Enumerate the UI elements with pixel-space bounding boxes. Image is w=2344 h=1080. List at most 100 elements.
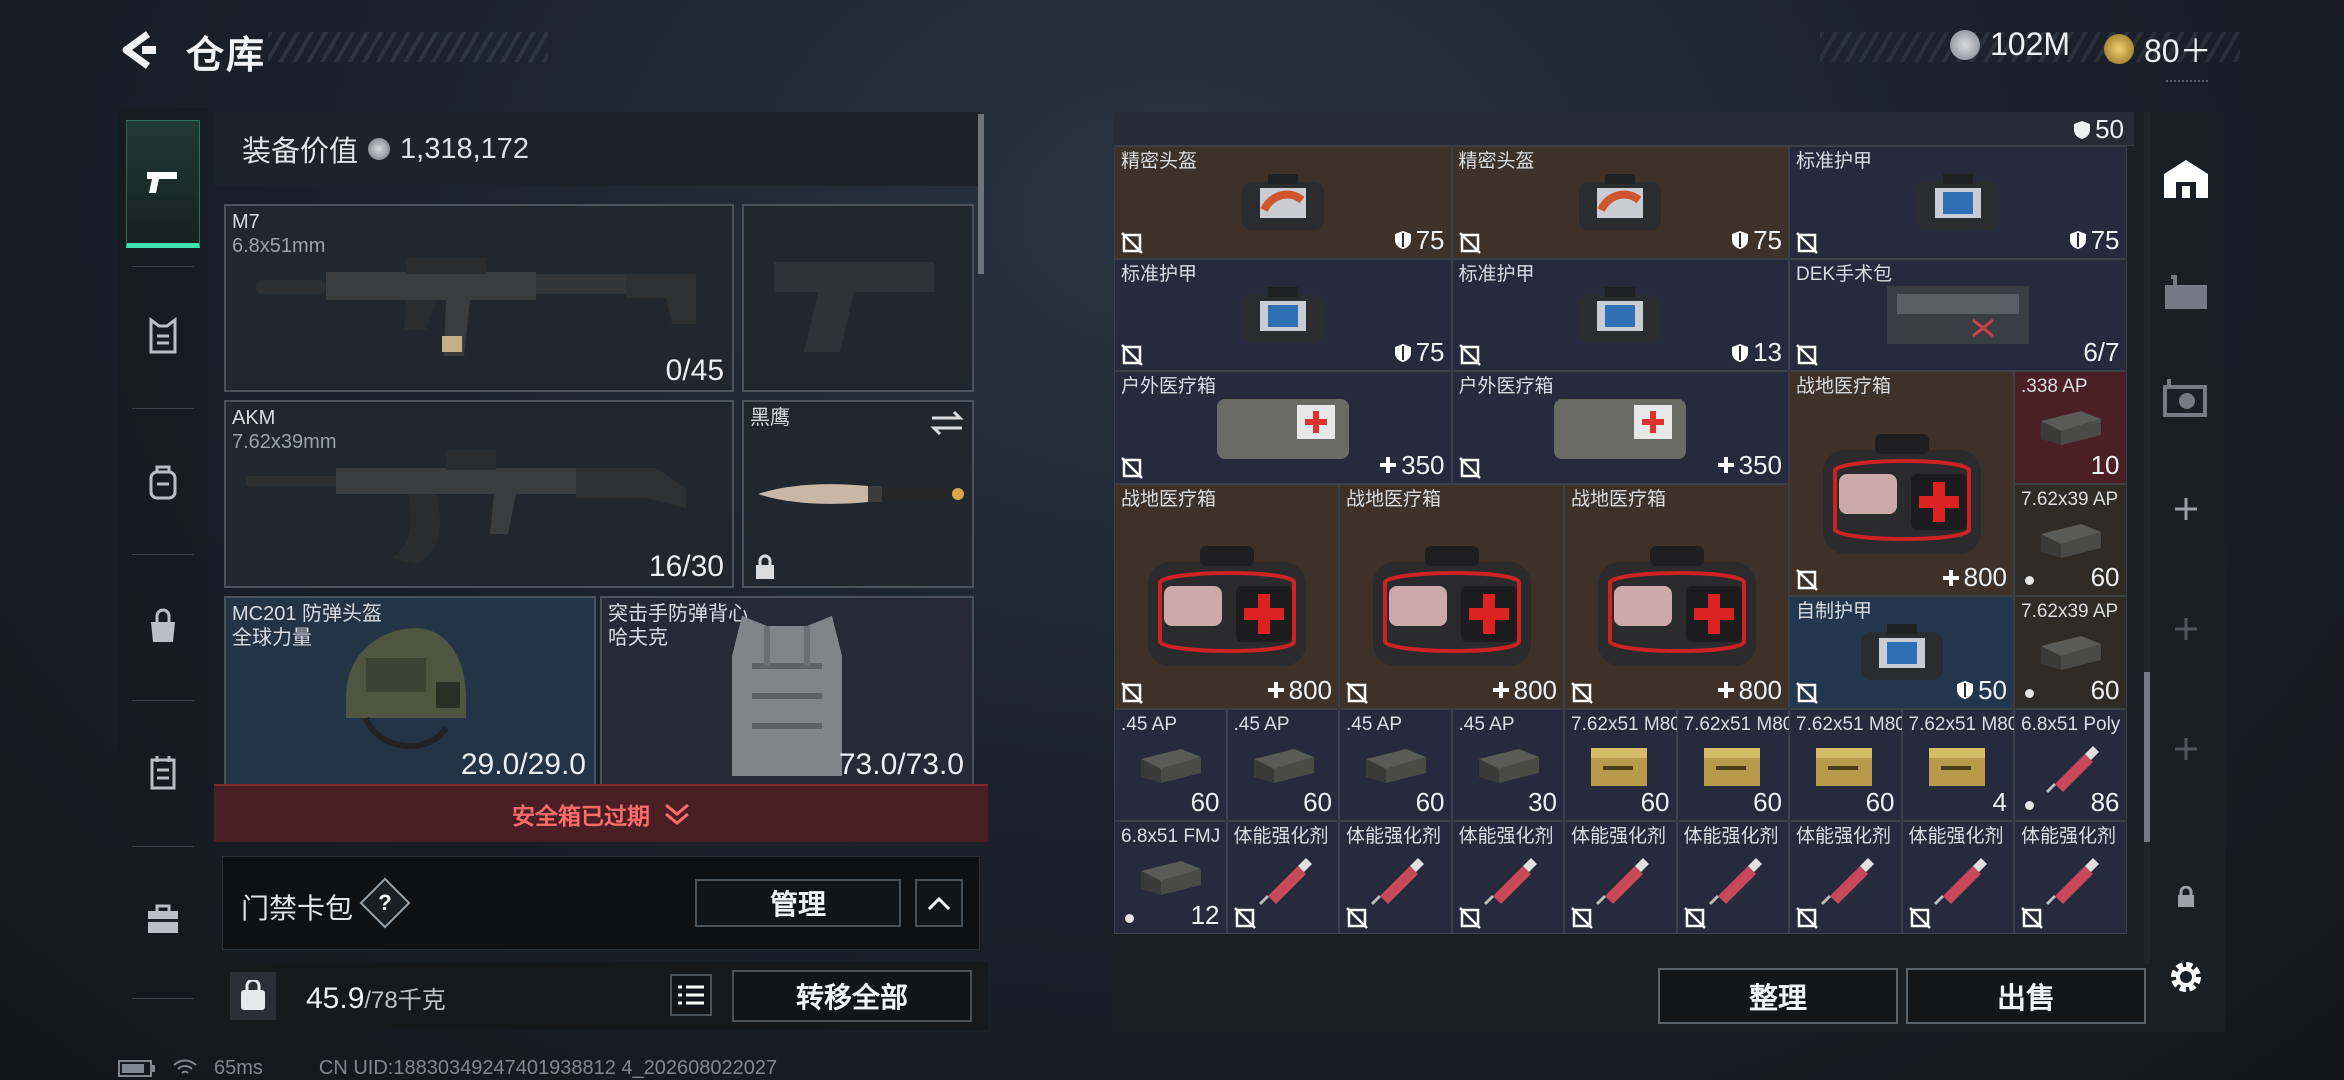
item-name: .45 AP <box>1121 713 1177 735</box>
add-storage-button-2[interactable] <box>2146 584 2226 674</box>
nav-weapons[interactable] <box>126 120 200 248</box>
item-value-text: 60 <box>2090 562 2120 592</box>
transfer-all-button[interactable]: 转移全部 <box>732 970 972 1022</box>
inventory-item[interactable]: 体能强化剂 <box>2014 821 2127 934</box>
equipment-scrollbar[interactable] <box>978 114 984 274</box>
inventory-item[interactable]: 体能强化剂 <box>1226 821 1339 934</box>
safebox-expired-banner[interactable]: 安全箱已过期 <box>214 784 988 842</box>
coin-amount: 102M <box>1990 26 2071 62</box>
nav-chest-rig[interactable] <box>126 708 200 836</box>
help-button[interactable]: ? <box>359 877 411 929</box>
nav-backpack[interactable] <box>126 418 200 546</box>
nav-case[interactable] <box>126 854 200 982</box>
armor-slot[interactable]: 突击手防弹背心 哈夫克 73.0/73.0 <box>600 596 974 786</box>
back-button[interactable] <box>112 22 168 78</box>
settings-button[interactable] <box>2146 932 2226 1022</box>
item-value-text: 60 <box>1753 787 1782 817</box>
inventory-item[interactable]: .45 AP 60 <box>1339 708 1452 821</box>
inventory-item[interactable]: 标准护甲 13 <box>1451 258 1789 371</box>
inventory-item[interactable]: 7.62x39 AP 60 <box>2014 596 2127 709</box>
inventory-item[interactable]: 战地医疗箱 800 <box>1564 483 1789 709</box>
item-value: 75 <box>2069 225 2120 256</box>
backpack-icon <box>149 465 177 500</box>
nav-armor[interactable] <box>126 272 200 400</box>
list-view-button[interactable] <box>670 974 712 1016</box>
item-name: 自制护甲 <box>1796 601 1873 622</box>
currency-coins[interactable]: 102M <box>1950 26 2070 63</box>
inventory-item[interactable]: 6.8x51 Poly 86 <box>2014 708 2127 821</box>
equipment-value-bar: 装备价值 1,318,172 <box>214 112 980 186</box>
pistol-slot[interactable] <box>742 204 974 392</box>
helmet-slot[interactable]: MC201 防弹头盔 全球力量 29.0/29.0 <box>224 596 596 786</box>
inventory-item[interactable]: 标准护甲 75 <box>1789 146 2127 259</box>
shield-icon <box>1732 231 1749 249</box>
inventory-item[interactable]: .45 AP 30 <box>1451 708 1564 821</box>
title-decoration <box>268 32 548 62</box>
primary-weapon-slot[interactable]: M7 6.8x51mm 0/45 <box>224 204 734 392</box>
swap-icon[interactable] <box>930 410 964 436</box>
manage-button[interactable]: 管理 <box>695 879 901 927</box>
inventory-item[interactable]: DEK手术包 6/7 <box>1789 258 2127 371</box>
inventory-item[interactable]: .45 AP 60 <box>1114 708 1227 821</box>
top-bar: 仓库 102M 80＋ <box>0 0 2344 100</box>
inventory-item[interactable]: 7.62x51 M80 60 <box>1676 708 1793 821</box>
inventory-item[interactable]: 战地医疗箱 800 <box>1789 371 2014 596</box>
storage-tab-3[interactable] <box>2146 354 2226 444</box>
inventory-item[interactable]: 户外医疗箱 350 <box>1451 371 1789 484</box>
inventory-item[interactable]: 户外医疗箱 350 <box>1114 371 1452 484</box>
inventory-item[interactable]: 精密头盔 75 <box>1451 146 1789 259</box>
unlocked-icon <box>1571 681 1593 704</box>
inventory-item[interactable]: .45 AP 60 <box>1226 708 1339 821</box>
inventory-item[interactable]: .338 AP 10 <box>2014 371 2127 484</box>
weight-max: /78千克 <box>364 987 446 1014</box>
nav-bag[interactable] <box>126 562 200 690</box>
inventory-item[interactable]: 战地医疗箱 800 <box>1339 483 1564 709</box>
unlocked-icon <box>1121 681 1143 704</box>
plus-icon <box>2175 618 2197 640</box>
secondary-weapon-slot[interactable]: AKM 7.62x39mm 16/30 <box>224 400 734 588</box>
unlocked-icon <box>1683 906 1706 929</box>
top-row-value-text: 50 <box>2095 114 2124 144</box>
coin-icon <box>1950 29 1980 60</box>
heal-plus-icon <box>1717 682 1734 698</box>
unlocked-icon <box>1458 456 1481 479</box>
inventory-item[interactable]: 体能强化剂 <box>1339 821 1452 934</box>
inventory-item[interactable]: 体能强化剂 <box>1676 821 1789 934</box>
melee-name: 黑鹰 <box>750 407 790 429</box>
inventory-item[interactable]: 战地医疗箱 800 <box>1114 483 1339 709</box>
inventory-item[interactable]: 7.62x51 M80 60 <box>1564 708 1681 821</box>
inventory-item[interactable]: 7.62x51 M80 4 <box>1901 708 2018 821</box>
left-nav <box>118 108 208 1008</box>
inventory-item[interactable]: 精密头盔 75 <box>1114 146 1452 259</box>
item-value: 60 <box>1641 787 1670 818</box>
keycard-label: 门禁卡包 <box>241 893 354 924</box>
add-storage-button-3[interactable] <box>2146 704 2226 794</box>
inventory-item[interactable]: 体能强化剂 <box>1451 821 1564 934</box>
item-name: 7.62x51 M80 <box>1571 713 1681 735</box>
inventory-item[interactable]: 体能强化剂 <box>1901 821 2014 934</box>
item-value-text: 4 <box>1992 787 2007 817</box>
heal-plus-icon <box>1492 682 1509 698</box>
inventory-item[interactable]: 7.62x39 AP 60 <box>2014 483 2127 596</box>
currency-tickets[interactable]: 80＋ <box>2104 26 2212 72</box>
inventory-item[interactable]: 体能强化剂 <box>1789 821 1902 934</box>
melee-slot[interactable]: 黑鹰 <box>742 400 974 588</box>
chevron-up-icon <box>927 896 951 911</box>
inventory-item[interactable]: 6.8x51 FMJ 12 <box>1114 821 1227 934</box>
item-value: 4 <box>1993 787 2007 818</box>
storage-tab-2[interactable] <box>2146 248 2226 338</box>
nav-divider <box>132 408 194 409</box>
inventory-item[interactable]: 7.62x51 M80 60 <box>1789 708 1906 821</box>
collapse-button[interactable] <box>915 879 963 927</box>
inventory-item[interactable]: 自制护甲 50 <box>1789 596 2014 709</box>
sell-button[interactable]: 出售 <box>1906 968 2146 1024</box>
inventory-item[interactable]: 标准护甲 75 <box>1114 258 1452 371</box>
inventory-item[interactable]: 体能强化剂 <box>1564 821 1677 934</box>
storage-tab-1[interactable] <box>2146 134 2226 224</box>
sort-button[interactable]: 整理 <box>1658 968 1898 1024</box>
nav-divider <box>132 846 194 847</box>
item-value-text: 60 <box>1640 787 1670 817</box>
item-name: 标准护甲 <box>1796 151 1873 172</box>
add-storage-button-1[interactable] <box>2146 464 2226 554</box>
plus-icon <box>2175 498 2197 520</box>
